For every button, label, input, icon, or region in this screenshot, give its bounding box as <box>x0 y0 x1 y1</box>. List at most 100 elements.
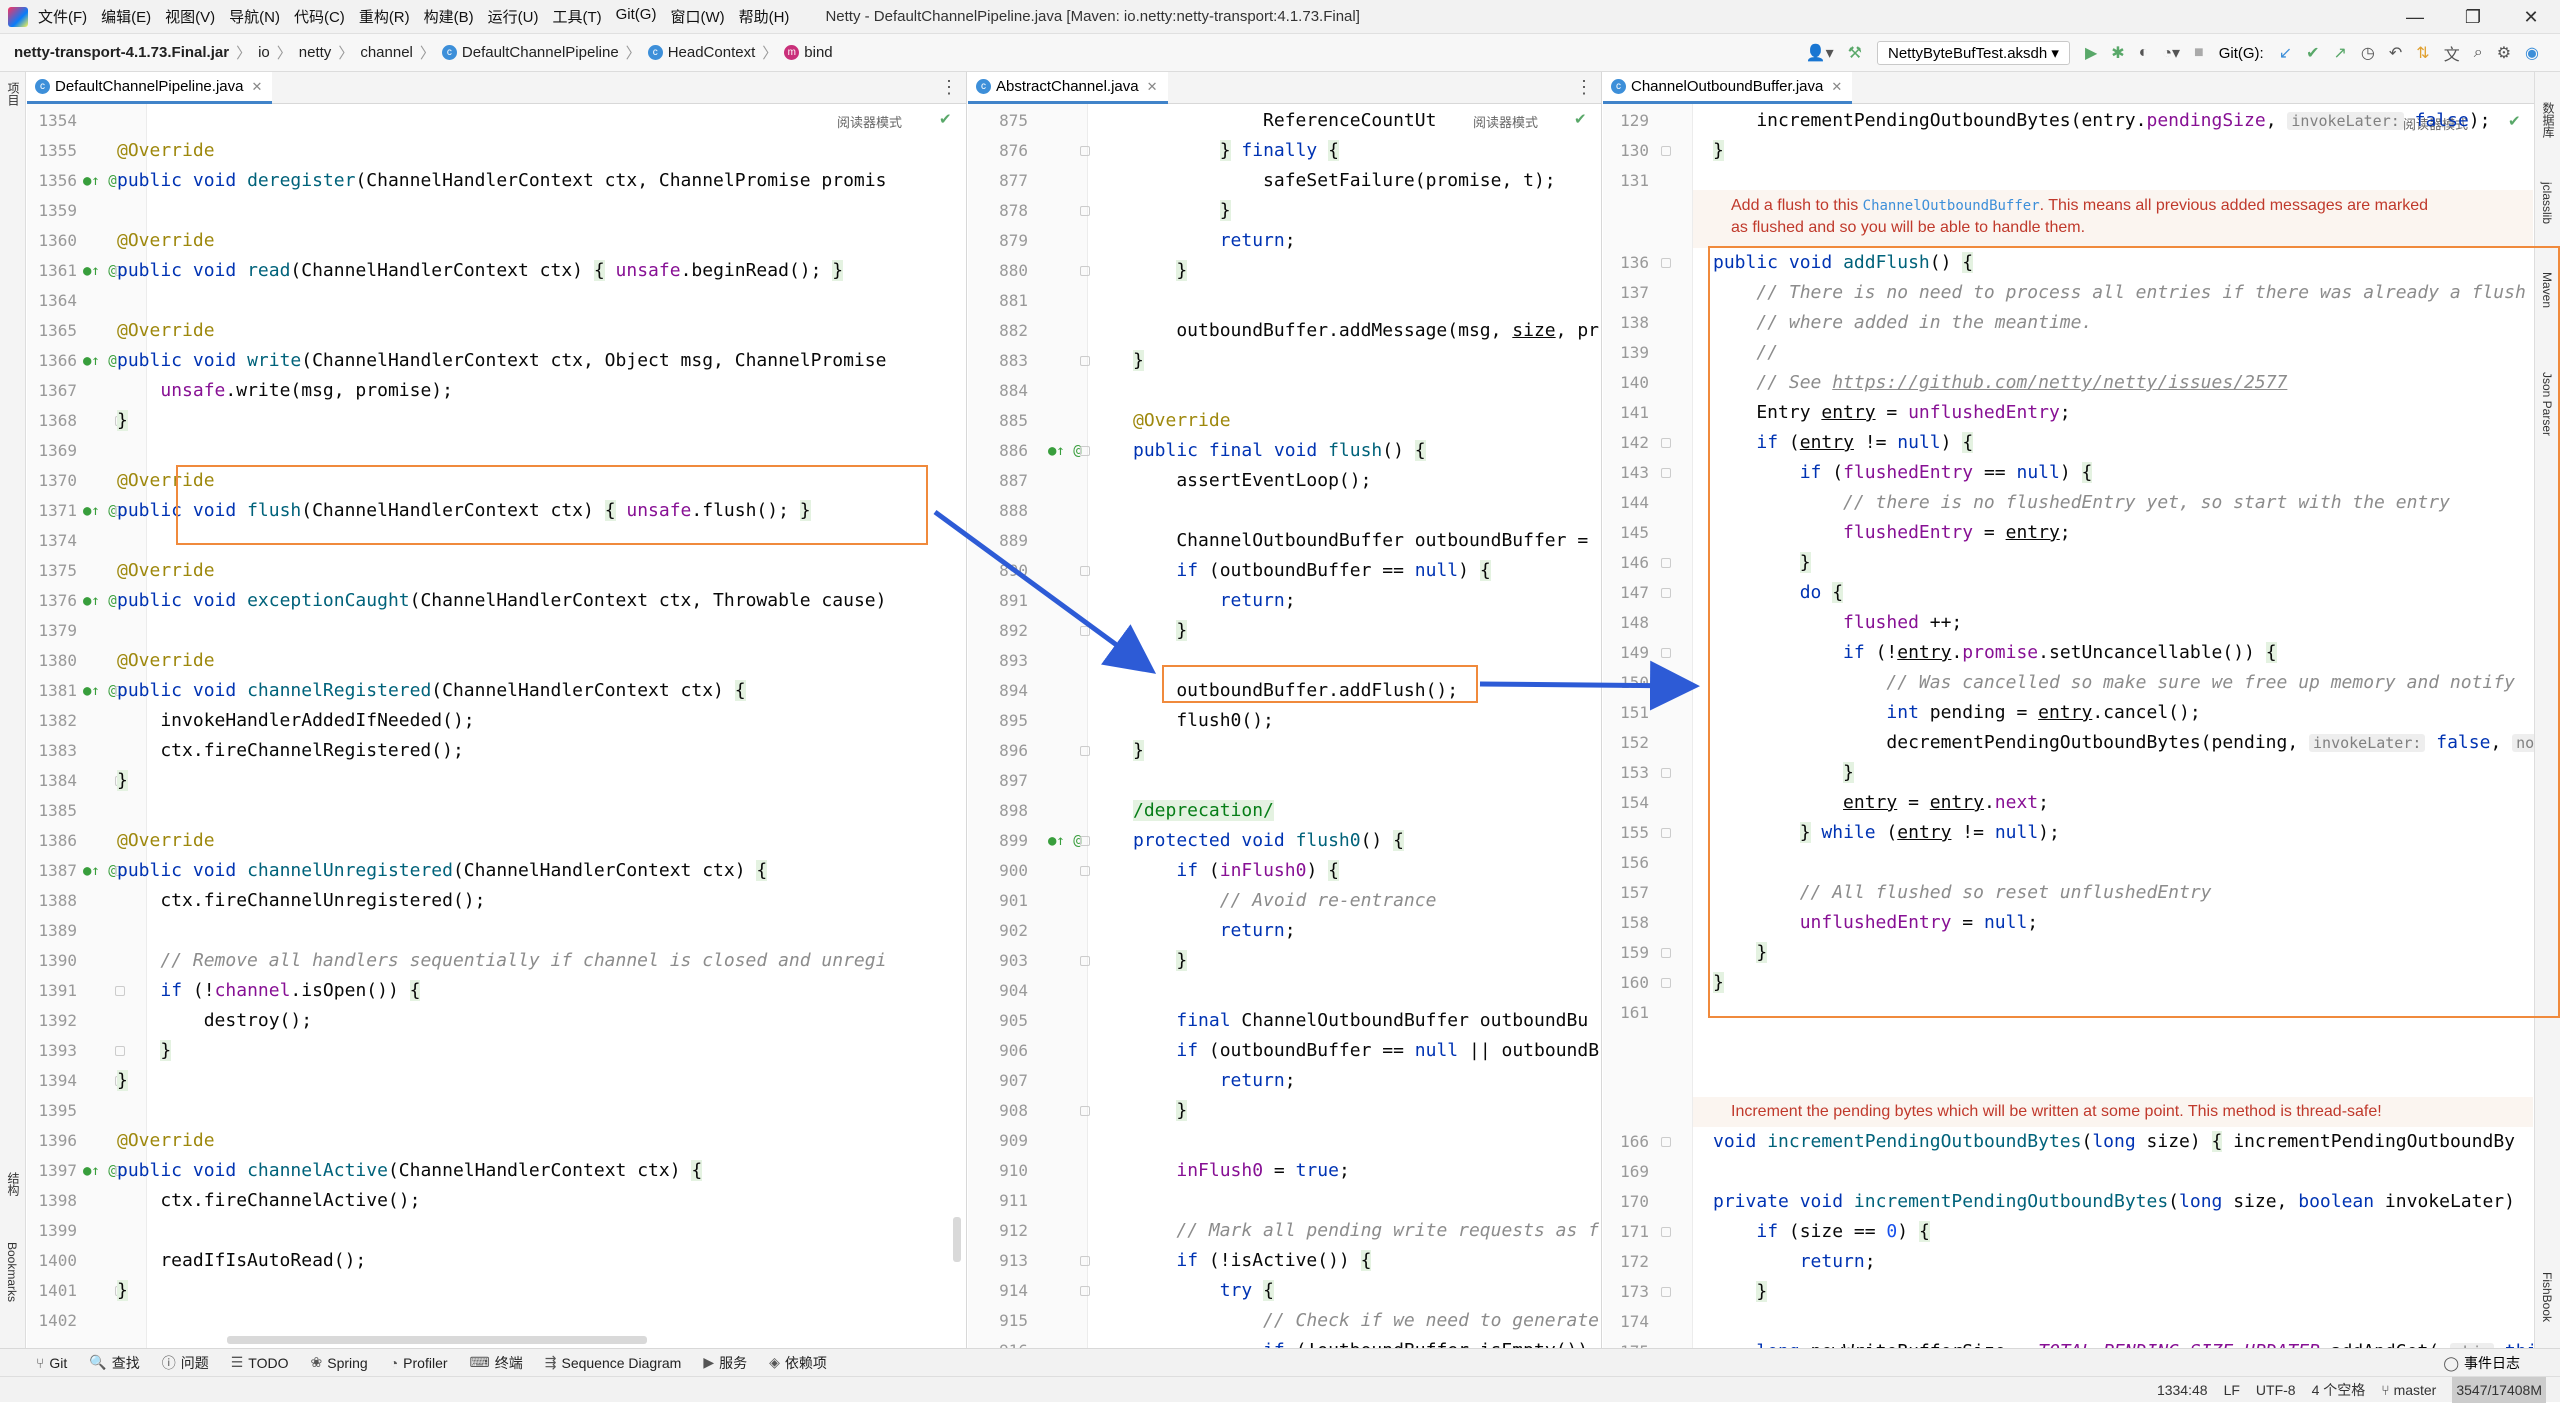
more-options-icon[interactable]: ⋮ <box>940 77 958 98</box>
code-line[interactable]: 1361 ●↑ @ public void read(ChannelHandlerC… <box>27 256 966 286</box>
fold-marker-icon[interactable] <box>1080 746 1090 756</box>
menu-item[interactable]: 代码(C) <box>294 6 345 27</box>
code-line[interactable]: 1381 ●↑ @ public void channelRegistered(Ch… <box>27 676 966 706</box>
code-line[interactable]: 1359 <box>27 196 966 226</box>
file-encoding[interactable]: UTF-8 <box>2256 1377 2296 1403</box>
translate-icon[interactable]: 文 <box>2444 41 2460 65</box>
code-line[interactable]: 907 return; <box>968 1066 1601 1096</box>
override-marker-icon[interactable]: ●↑ @ <box>83 256 117 286</box>
code-line[interactable]: 1367 unsafe.write(msg, promise); <box>27 376 966 406</box>
code-line[interactable]: 892 } <box>968 616 1601 646</box>
code-line[interactable]: 1384} <box>27 766 966 796</box>
code-line[interactable]: 898/deprecation/ <box>968 796 1601 826</box>
code-line[interactable]: 170 private void incrementPendingOutbound… <box>1603 1187 2534 1217</box>
profile-icon[interactable]: ◔▾ <box>2162 43 2180 63</box>
tab-default-channel-pipeline[interactable]: c DefaultChannelPipeline.java ✕ <box>27 72 273 104</box>
code-line[interactable]: 175 long newWriteBufferSize = TOTAL_PEND… <box>1603 1337 2534 1348</box>
fold-marker-icon[interactable] <box>1080 1106 1090 1116</box>
caret-position[interactable]: 1334:48 <box>2157 1377 2208 1403</box>
more-options-icon[interactable]: ⋮ <box>1575 77 1593 98</box>
code-line[interactable]: 879 return; <box>968 226 1601 256</box>
bottom-tool-item[interactable]: ◔ Profiler <box>390 1353 448 1373</box>
code-line[interactable]: 173 } <box>1603 1277 2534 1307</box>
fold-marker-icon[interactable] <box>1080 956 1090 966</box>
menu-item[interactable]: Git(G) <box>616 6 657 27</box>
code-line[interactable]: 895 flush0(); <box>968 706 1601 736</box>
breadcrumb-item[interactable]: c DefaultChannelPipeline <box>441 44 619 61</box>
memory-indicator[interactable]: 3547/17408M <box>2452 1377 2546 1403</box>
code-line[interactable]: 1375 @Override <box>27 556 966 586</box>
vertical-scrollbar[interactable] <box>953 1217 961 1262</box>
code-line[interactable]: 1388 ctx.fireChannelUnregistered(); <box>27 886 966 916</box>
menu-item[interactable]: 运行(U) <box>488 6 539 27</box>
search-icon[interactable]: ⌕ <box>2474 44 2483 62</box>
structure-tool-tab[interactable]: 结构 <box>5 1172 22 1196</box>
git-rollback-icon[interactable]: ↶ <box>2389 43 2402 63</box>
code-line[interactable]: 172 return; <box>1603 1247 2534 1277</box>
code-line[interactable]: 896} <box>968 736 1601 766</box>
user-icon[interactable]: 👤▾ <box>1806 43 1834 63</box>
code-line[interactable]: 1387 ●↑ @ public void channelUnregistered(… <box>27 856 966 886</box>
fold-marker-icon[interactable] <box>1661 768 1671 778</box>
fold-marker-icon[interactable] <box>1661 1227 1671 1237</box>
tab-channel-outbound-buffer[interactable]: c ChannelOutboundBuffer.java ✕ <box>1603 72 1853 104</box>
fold-marker-icon[interactable] <box>1661 146 1671 156</box>
menu-item[interactable]: 窗口(W) <box>670 6 724 27</box>
code-line[interactable]: 915 // Check if we need to generate <box>968 1306 1601 1336</box>
bottom-tool-item[interactable]: ☰ TODO <box>231 1353 289 1373</box>
code-line[interactable]: 1368} <box>27 406 966 436</box>
code-line[interactable]: 1379 <box>27 616 966 646</box>
close-tab-icon[interactable]: ✕ <box>1831 79 1842 95</box>
code-line[interactable]: 1393 } <box>27 1036 966 1066</box>
close-tab-icon[interactable]: ✕ <box>251 79 262 95</box>
fold-marker-icon[interactable] <box>1080 446 1090 456</box>
fold-marker-icon[interactable] <box>1661 468 1671 478</box>
fold-marker-icon[interactable] <box>1661 1137 1671 1147</box>
menu-item[interactable]: 视图(V) <box>165 6 215 27</box>
breadcrumb-item[interactable]: m bind <box>784 44 833 61</box>
fold-marker-icon[interactable] <box>1080 866 1090 876</box>
override-marker-icon[interactable]: ●↑ @ <box>83 586 117 616</box>
build-hammer-icon[interactable]: ⚒ <box>1848 43 1862 63</box>
stop-icon[interactable]: ■ <box>2194 44 2204 62</box>
code-line[interactable]: 877 safeSetFailure(promise, t); <box>968 166 1601 196</box>
code-line[interactable]: 1397 ●↑ @ public void channelActive(Channe… <box>27 1156 966 1186</box>
code-line[interactable]: 903 } <box>968 946 1601 976</box>
code-line[interactable]: 1392 destroy(); <box>27 1006 966 1036</box>
bottom-tool-item[interactable]: ◈ 依赖项 <box>769 1353 827 1373</box>
fold-marker-icon[interactable] <box>1661 978 1671 988</box>
fold-marker-icon[interactable] <box>1661 588 1671 598</box>
code-line[interactable]: 1380 @Override <box>27 646 966 676</box>
menu-item[interactable]: 重构(R) <box>359 6 410 27</box>
bottom-tool-item[interactable]: ⓘ 问题 <box>162 1353 209 1373</box>
override-marker-icon[interactable]: ●↑ @ <box>83 856 117 886</box>
bottom-tool-item[interactable]: ⑂ Git <box>36 1353 67 1373</box>
breadcrumb-item[interactable]: netty <box>299 44 332 61</box>
close-button[interactable]: ✕ <box>2502 0 2560 34</box>
code-line[interactable]: 910 inFlush0 = true; <box>968 1156 1601 1186</box>
code-line[interactable]: 1356 ●↑ @ public void deregister(ChannelHa… <box>27 166 966 196</box>
code-line[interactable]: 888 <box>968 496 1601 526</box>
code-line[interactable]: 912 // Mark all pending write requests a… <box>968 1216 1601 1246</box>
code-line[interactable]: 1400 readIfIsAutoRead(); <box>27 1246 966 1276</box>
git-history-icon[interactable]: ◷ <box>2361 43 2375 63</box>
project-tool-tab[interactable]: 项目 <box>5 82 22 106</box>
code-line[interactable]: 169 <box>1603 1157 2534 1187</box>
editor-pane-default-channel-pipeline[interactable]: c DefaultChannelPipeline.java ✕ ⋮ 阅读器模式 ✔ … <box>27 72 967 1348</box>
code-line[interactable]: 900 if (inFlush0) { <box>968 856 1601 886</box>
fold-marker-icon[interactable] <box>1080 146 1090 156</box>
code-line[interactable]: 911 <box>968 1186 1601 1216</box>
code-line[interactable]: 906 if (outboundBuffer == null || outbou… <box>968 1036 1601 1066</box>
code-line[interactable]: 1390 // Remove all handlers sequentially… <box>27 946 966 976</box>
fold-marker-icon[interactable] <box>1661 558 1671 568</box>
line-separator[interactable]: LF <box>2224 1377 2240 1403</box>
override-marker-icon[interactable]: ●↑ @ <box>83 676 117 706</box>
code-line[interactable]: 881 <box>968 286 1601 316</box>
code-line[interactable]: 887 assertEventLoop(); <box>968 466 1601 496</box>
editor-pane-abstract-channel[interactable]: c AbstractChannel.java ✕ ⋮ 阅读器模式 ✔ 875 Ref… <box>968 72 1602 1348</box>
horizontal-scrollbar[interactable] <box>227 1336 647 1344</box>
git-commit-icon[interactable]: ✔ <box>2306 43 2319 63</box>
bottom-tool-item[interactable]: ▶ 服务 <box>703 1353 747 1373</box>
fold-marker-icon[interactable] <box>1080 1286 1090 1296</box>
code-line[interactable]: 913 if (!isActive()) { <box>968 1246 1601 1276</box>
